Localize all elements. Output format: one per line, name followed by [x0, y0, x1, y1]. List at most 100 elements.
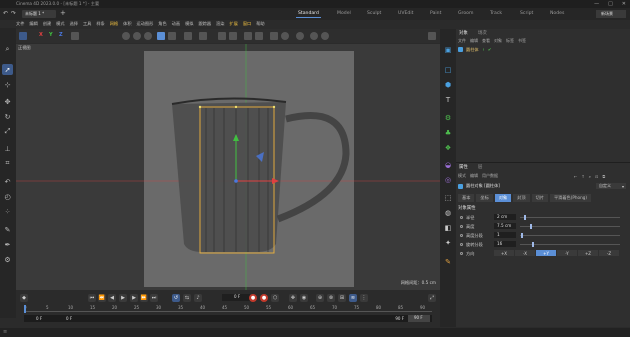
render-view-icon[interactable] — [122, 32, 130, 40]
goto-start-button[interactable]: ⏮ — [88, 294, 96, 302]
sphere-icon[interactable]: ⬢ — [443, 80, 453, 90]
menu-volume[interactable]: 体积 — [123, 21, 131, 27]
range-start[interactable]: 0 F — [36, 316, 42, 321]
rotation-segments-slider[interactable] — [520, 242, 620, 247]
key-pla-icon[interactable]: ⊞ — [338, 294, 346, 302]
height-segments-slider[interactable] — [520, 233, 620, 238]
orient-minus-y[interactable]: -Y — [557, 250, 577, 256]
tab-takes[interactable]: 场次 — [478, 30, 487, 36]
polygon-pen-icon[interactable]: ↶ — [2, 176, 13, 187]
tab-phong[interactable]: 平滑着色(Phong) — [549, 194, 592, 202]
cube-primitive-icon[interactable] — [157, 32, 165, 40]
radius-field[interactable]: 2 cm — [494, 214, 516, 220]
pen-spline-icon[interactable] — [168, 32, 176, 40]
object-row-cylinder[interactable]: 圆柱体 ⁞ ✔ — [458, 46, 628, 53]
attr-menu-mode[interactable]: 模式 — [458, 173, 466, 179]
maximize-button[interactable]: □ — [608, 1, 613, 7]
tab-basic[interactable]: 基本 — [458, 194, 475, 202]
animate-dot-icon[interactable] — [460, 243, 463, 246]
viewport[interactable]: 正视图 网格间距：0.5 cm — [16, 44, 440, 290]
paint-icon[interactable]: ✒ — [2, 239, 13, 250]
layout-tab-nodes[interactable]: Nodes — [550, 11, 564, 16]
viewport-settings-icon[interactable] — [428, 32, 436, 40]
timeline-mode-icon[interactable]: ◆ — [20, 294, 28, 302]
layout-tab-model[interactable]: Model — [337, 11, 351, 16]
frame-icon[interactable] — [19, 32, 27, 40]
light-object-icon[interactable]: ✦ — [443, 238, 453, 248]
key-position-icon[interactable]: ✥ — [289, 294, 297, 302]
object-name[interactable]: 圆柱体 — [466, 47, 479, 53]
height-slider[interactable] — [520, 224, 620, 229]
layout-tab-standard[interactable]: Standard — [296, 11, 321, 18]
loop-button[interactable]: ↺ — [172, 294, 180, 302]
menu-simulate[interactable]: 模拟 — [185, 21, 193, 27]
axis-icon[interactable]: ⊥ — [2, 143, 13, 154]
redo-icon[interactable]: ↷ — [11, 10, 16, 17]
menu-mode[interactable]: 模式 — [56, 21, 64, 27]
range-start-2[interactable]: 0 F — [66, 316, 72, 321]
status-menu-icon[interactable]: ≡ — [3, 329, 7, 335]
select-arrow-icon[interactable]: ➚ — [2, 64, 13, 75]
render-region-icon[interactable] — [133, 32, 141, 40]
key-param-icon[interactable]: ⊗ — [327, 294, 335, 302]
search-icon[interactable]: ⌕ — [589, 174, 591, 179]
range-end-2[interactable]: 90 F — [395, 316, 404, 321]
generator-icon[interactable]: ⚙ — [443, 113, 453, 123]
viewport-name[interactable]: 正视图 — [18, 45, 31, 51]
obj-menu-file[interactable]: 文件 — [458, 38, 466, 44]
camera-object-icon[interactable]: ◧ — [443, 223, 453, 233]
subdivision-icon[interactable] — [184, 32, 192, 40]
key-scale-icon[interactable]: ⊕ — [316, 294, 324, 302]
animate-dot-icon[interactable] — [460, 252, 463, 255]
menu-render[interactable]: 渲染 — [216, 21, 224, 27]
height-field[interactable]: 7.5 cm — [494, 223, 516, 229]
field-icon[interactable] — [229, 32, 237, 40]
minimize-button[interactable]: — — [594, 1, 599, 7]
animate-dot-icon[interactable] — [460, 234, 463, 237]
next-key-button[interactable]: ⏩ — [140, 294, 148, 302]
mograph-icon[interactable]: ♣ — [443, 128, 453, 138]
animate-dot-icon[interactable] — [460, 216, 463, 219]
render-to-picture-viewer-icon[interactable] — [144, 32, 152, 40]
dopesheet-icon[interactable]: ⋮ — [360, 294, 368, 302]
sound-icon[interactable]: ♪ — [194, 294, 202, 302]
undo-icon[interactable]: ↶ — [3, 10, 8, 17]
menu-window[interactable]: 窗口 — [243, 21, 251, 27]
brush-icon[interactable]: ✎ — [2, 224, 13, 235]
deformer-icon[interactable] — [244, 32, 252, 40]
key-rotation-icon[interactable]: ◉ — [300, 294, 308, 302]
height-segments-field[interactable]: 1 — [494, 232, 516, 238]
sky-icon[interactable] — [296, 32, 304, 40]
obj-menu-bookmarks[interactable]: 书签 — [518, 38, 526, 44]
tab-object[interactable]: 对象 — [494, 194, 512, 202]
document-tab[interactable]: 未标题 1 * — [22, 10, 56, 18]
visibility-dots-icon[interactable]: ⁞ — [483, 47, 484, 52]
tab-objects[interactable]: 对象 — [459, 30, 468, 36]
animate-dot-icon[interactable] — [460, 225, 463, 228]
snap-icon[interactable]: ⌗ — [2, 158, 13, 169]
rotation-segments-field[interactable]: 16 — [494, 241, 516, 247]
obj-menu-tags[interactable]: 标签 — [506, 38, 514, 44]
menu-mesh[interactable]: 网格 — [110, 21, 118, 27]
deformer-bend-icon[interactable]: ◒ — [443, 160, 453, 170]
scene-icon[interactable]: ⬚ — [443, 193, 453, 203]
z-axis-lock-icon[interactable]: Z — [59, 32, 63, 38]
playhead[interactable] — [24, 305, 26, 313]
timeline-settings-icon[interactable]: ⤢ — [428, 294, 436, 302]
orient-minus-x[interactable]: -X — [515, 250, 535, 256]
text-icon[interactable]: T — [443, 95, 453, 105]
obj-menu-view[interactable]: 查看 — [482, 38, 490, 44]
menu-tracker[interactable]: 跟踪器 — [198, 21, 211, 27]
live-select-icon[interactable]: ⊹ — [2, 79, 13, 90]
menu-edit[interactable]: 编辑 — [29, 21, 37, 27]
menu-extensions[interactable]: 扩展 — [229, 21, 237, 27]
light-icon[interactable] — [270, 32, 278, 40]
obj-menu-object[interactable]: 对象 — [494, 38, 502, 44]
menu-help[interactable]: 帮助 — [256, 21, 264, 27]
slider-knob[interactable] — [524, 215, 526, 220]
redshift-icon[interactable] — [321, 32, 329, 40]
slider-knob[interactable] — [530, 224, 532, 229]
close-button[interactable]: ✕ — [622, 1, 626, 7]
scale-icon[interactable]: ⤢ — [2, 126, 13, 137]
prev-key-button[interactable]: ⏪ — [98, 294, 106, 302]
